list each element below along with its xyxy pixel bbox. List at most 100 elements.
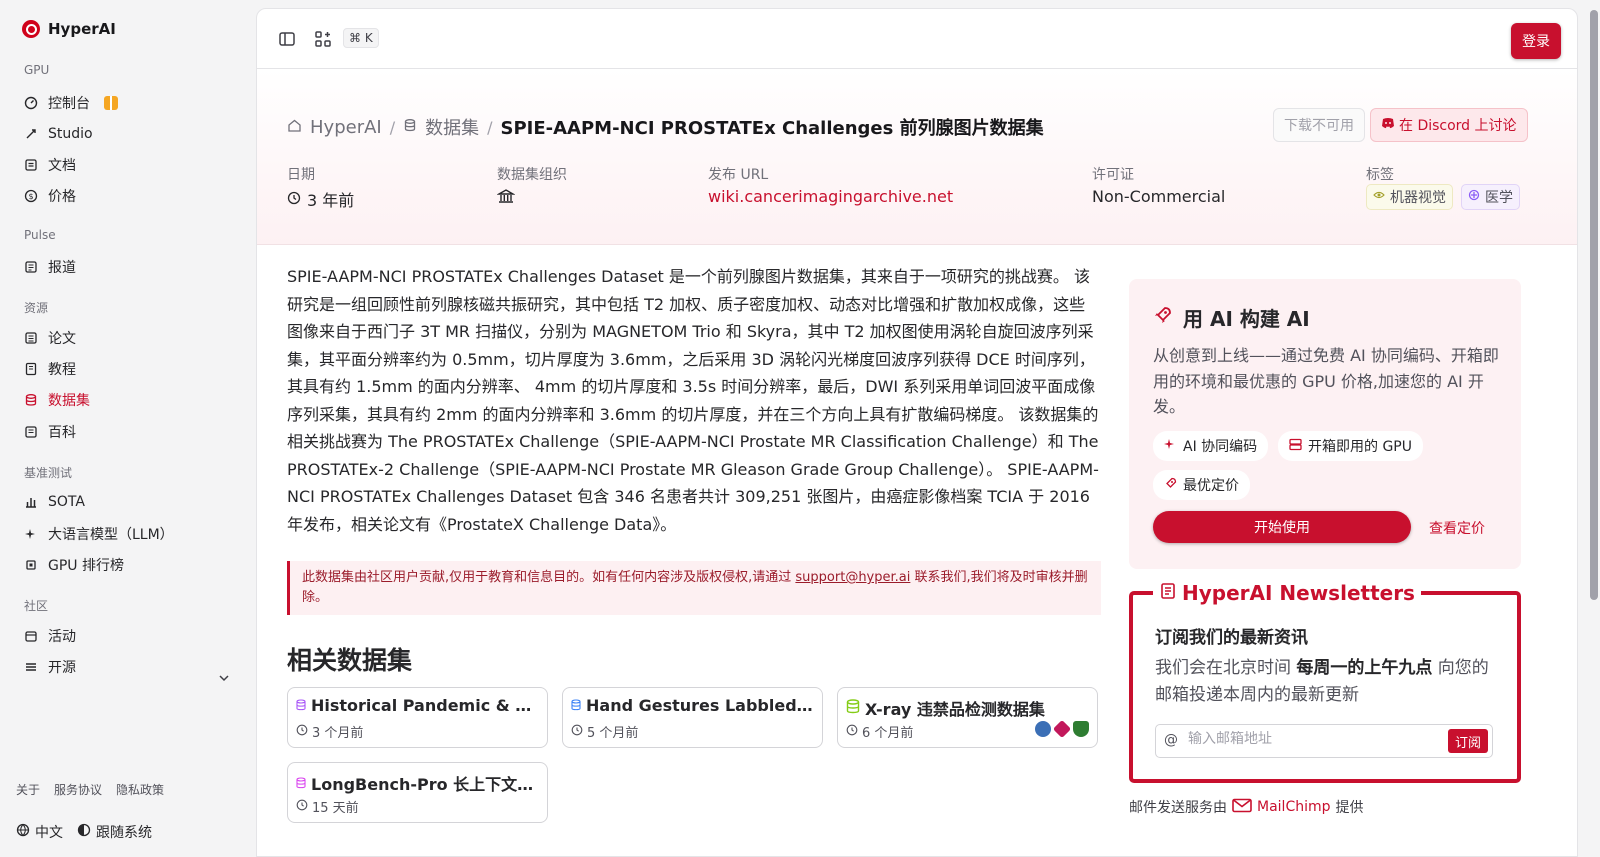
mail-service-before: 邮件发送服务由 <box>1129 800 1227 816</box>
scrollbar-thumb[interactable] <box>1590 10 1598 600</box>
promo-title: 用 AI 构建 AI <box>1153 303 1310 332</box>
meta-tags-label: 标签 <box>1366 167 1394 183</box>
related-dataset-card[interactable]: Hand Gestures Labbled Dataset 5 个月前 <box>562 687 823 748</box>
tag-medicine[interactable]: 医学 <box>1461 184 1520 210</box>
login-button[interactable]: 登录 <box>1511 23 1561 59</box>
app-logo[interactable]: HyperAI <box>22 20 116 38</box>
sidebar-item-console[interactable]: 控制台 <box>24 91 118 115</box>
clock-icon <box>846 724 858 740</box>
sidebar-item-sota[interactable]: SOTA <box>24 490 85 514</box>
sidebar-item-tutorials[interactable]: 教程 <box>24 357 76 381</box>
sidebar-toggle-icon[interactable] <box>277 29 297 49</box>
command-menu-icon[interactable] <box>313 29 333 49</box>
footer-link-terms[interactable]: 服务协议 <box>54 781 102 798</box>
view-pricing-link[interactable]: 查看定价 <box>1429 518 1485 538</box>
breadcrumb-separator: / <box>487 117 493 137</box>
chip-label: AI 协同编码 <box>1183 439 1258 455</box>
newsletter-text-before: 我们会在北京时间 <box>1155 658 1297 678</box>
sidebar-item-label: GPU 排行榜 <box>48 558 124 574</box>
feature-chip-pricing: 最优定价 <box>1153 470 1250 500</box>
tag-list: 机器视觉 医学 <box>1366 184 1520 210</box>
card-title-text: Hand Gestures Labbled Dataset <box>586 696 814 715</box>
card-title-text: X-ray 违禁品检测数据集 <box>865 700 1045 719</box>
sidebar-item-studio[interactable]: Studio <box>24 122 93 146</box>
meta-date-value: 3 年前 <box>287 187 354 211</box>
institution-icon <box>496 187 516 209</box>
sidebar-item-label: 教程 <box>48 362 76 378</box>
date-text: 3 年前 <box>307 191 355 210</box>
related-dataset-card[interactable]: X-ray 违禁品检测数据集 6 个月前 <box>837 687 1098 748</box>
card-title: X-ray 违禁品检测数据集 <box>846 696 1089 720</box>
breadcrumb: HyperAI / 数据集 / SPIE-AAPM-NCI PROSTATEx … <box>287 114 1044 140</box>
card-time-text: 15 天前 <box>312 801 359 816</box>
sidebar-item-datasets[interactable]: 数据集 <box>24 388 90 412</box>
tag-computer-vision[interactable]: 机器视觉 <box>1366 184 1453 210</box>
database-icon <box>571 696 581 715</box>
database-icon <box>846 698 860 718</box>
tag-label: 机器视觉 <box>1390 190 1446 206</box>
card-title-text: LongBench-Pro 长上下文评测 <box>311 775 539 794</box>
dataset-header: HyperAI / 数据集 / SPIE-AAPM-NCI PROSTATEx … <box>257 69 1577 245</box>
sidebar-item-label: 开源 <box>48 660 76 676</box>
newspaper-icon <box>1159 581 1177 605</box>
email-input[interactable] <box>1188 731 1428 747</box>
sidebar-item-pricing[interactable]: $ 价格 <box>24 184 76 208</box>
nav-section-resources: 资源 <box>24 301 49 315</box>
sidebar-item-label: SOTA <box>48 494 85 510</box>
svg-text:$: $ <box>28 192 33 201</box>
sidebar-item-llm[interactable]: 大语言模型（LLM） <box>24 522 174 546</box>
clock-icon <box>571 724 583 740</box>
page-scrollbar[interactable] <box>1588 0 1600 857</box>
sidebar-item-docs[interactable]: 文档 <box>24 153 76 177</box>
download-button[interactable]: 下载不可用 <box>1273 108 1365 142</box>
sidebar-item-news[interactable]: 报道 <box>24 255 76 279</box>
sidebar-item-label: 大语言模型（LLM） <box>48 527 174 543</box>
org-logos <box>1035 719 1089 739</box>
sparkle-icon <box>24 527 38 541</box>
sidebar-item-wiki[interactable]: 百科 <box>24 420 76 444</box>
meta-org-value <box>496 187 516 209</box>
calendar-icon <box>24 629 38 643</box>
breadcrumb-home[interactable]: HyperAI <box>310 117 382 138</box>
sidebar-item-label: 百科 <box>48 425 76 441</box>
footer-link-about[interactable]: 关于 <box>16 781 40 798</box>
support-email-link[interactable]: support@hyper.ai <box>795 570 910 585</box>
footer-link-privacy[interactable]: 隐私政策 <box>116 781 164 798</box>
subscribe-button[interactable]: 订阅 <box>1447 729 1488 753</box>
dataset-url-link[interactable]: wiki.cancerimagingarchive.net <box>708 187 953 206</box>
home-icon <box>287 117 302 138</box>
card-time-text: 6 个月前 <box>862 726 914 741</box>
theme-selector[interactable]: 跟随系统 <box>77 822 152 842</box>
chevron-down-icon[interactable] <box>218 672 230 687</box>
price-icon: $ <box>24 189 38 203</box>
get-started-button[interactable]: 开始使用 <box>1153 511 1411 543</box>
discord-discuss-button[interactable]: 在 Discord 上讨论 <box>1370 108 1528 142</box>
app-name: HyperAI <box>48 20 116 38</box>
clock-icon <box>287 190 301 209</box>
breadcrumb-separator: / <box>389 117 396 137</box>
org-logo-icon <box>1035 721 1051 737</box>
mail-service-after: 提供 <box>1335 800 1364 816</box>
dashboard-icon <box>24 96 38 110</box>
sidebar-item-papers[interactable]: 论文 <box>24 326 76 350</box>
sidebar-item-events[interactable]: 活动 <box>24 624 76 648</box>
related-dataset-card[interactable]: LongBench-Pro 长上下文评测 15 天前 <box>287 762 548 823</box>
discord-label: 在 Discord 上讨论 <box>1399 118 1517 134</box>
database-icon <box>296 774 306 793</box>
sidebar-item-label: 报道 <box>48 260 76 276</box>
page-title: SPIE-AAPM-NCI PROSTATEx Challenges 前列腺图片… <box>500 118 1044 139</box>
mailchimp-link[interactable]: MailChimp <box>1257 799 1331 815</box>
language-selector[interactable]: 中文 <box>16 822 63 842</box>
globe-icon <box>16 823 30 841</box>
related-dataset-card[interactable]: Historical Pandemic & Epidemic 3 个月前 <box>287 687 548 748</box>
sidebar-item-gpu-leaderboard[interactable]: GPU 排行榜 <box>24 553 124 577</box>
theme-label: 跟随系统 <box>96 825 152 841</box>
breadcrumb-section[interactable]: 数据集 <box>425 114 479 140</box>
sidebar-item-opensource[interactable]: 开源 <box>24 655 76 679</box>
list-icon <box>24 660 38 674</box>
sparkle-icon <box>1164 438 1177 455</box>
chip-label: 最优定价 <box>1183 478 1239 494</box>
meta-org-label: 数据集组织 <box>497 167 567 183</box>
newsletter-panel: HyperAI Newsletters 订阅我们的最新资讯 我们会在北京时间 每… <box>1129 581 1521 783</box>
discord-icon <box>1381 117 1395 133</box>
